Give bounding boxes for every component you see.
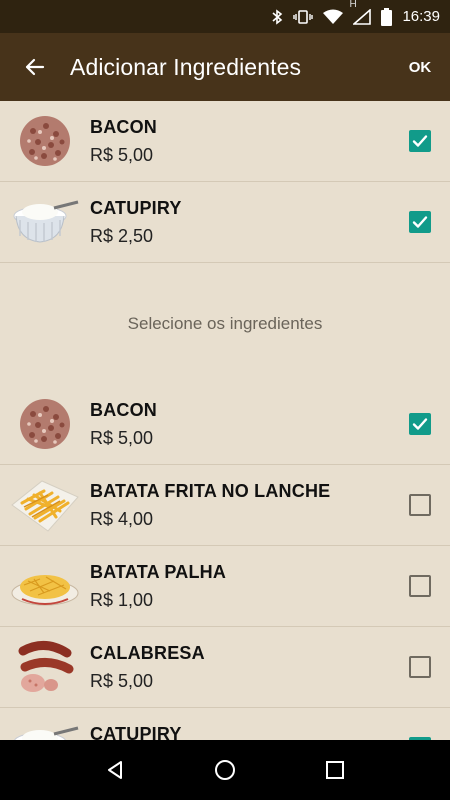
item-info: CATUPIRY R$ 2,50 bbox=[90, 198, 390, 247]
app-bar: Adicionar Ingredientes OK bbox=[0, 33, 450, 101]
nav-recents-button[interactable] bbox=[315, 750, 355, 790]
ingredient-checkbox[interactable] bbox=[409, 211, 431, 233]
list-item[interactable]: BATATA PALHA R$ 1,00 bbox=[0, 546, 450, 627]
item-info: CATUPIRYR$ 2,50 bbox=[90, 724, 390, 741]
checkbox-wrapper bbox=[390, 211, 450, 233]
ingredient-checkbox[interactable] bbox=[409, 656, 431, 678]
nav-home-button[interactable] bbox=[205, 750, 245, 790]
list-item[interactable]: CALABRESA R$ 5,00 bbox=[0, 627, 450, 708]
item-info: CALABRESA R$ 5,00 bbox=[90, 643, 390, 692]
signal-icon: H bbox=[349, 0, 372, 25]
ingredient-checkbox[interactable] bbox=[409, 413, 431, 435]
fries-icon bbox=[10, 475, 80, 535]
arrow-left-icon bbox=[25, 58, 45, 76]
all-ingredients-list: BACON R$ 5,00 BATATA FRITA NO LANCHE R$ 4,0… bbox=[0, 384, 450, 740]
check-icon bbox=[412, 135, 428, 147]
page-title: Adicionar Ingredientes bbox=[70, 53, 302, 80]
ingredient-checkbox[interactable] bbox=[409, 130, 431, 152]
straw-potato-icon bbox=[10, 556, 80, 616]
square-recents-icon bbox=[326, 761, 344, 779]
ingredient-name: CATUPIRY bbox=[90, 197, 182, 218]
list-item[interactable]: CATUPIRYR$ 2,50 bbox=[0, 708, 450, 740]
checkbox-wrapper bbox=[390, 494, 450, 516]
list-item[interactable]: BACON R$ 5,00 bbox=[0, 384, 450, 465]
checkbox-wrapper bbox=[390, 130, 450, 152]
bluetooth-icon bbox=[271, 8, 283, 25]
checkbox-wrapper bbox=[390, 413, 450, 435]
catupiry-icon bbox=[10, 718, 80, 740]
navigation-bar bbox=[0, 740, 450, 800]
ingredient-price: R$ 2,50 bbox=[90, 225, 154, 246]
checkbox-wrapper bbox=[390, 575, 450, 597]
wifi-icon bbox=[323, 9, 344, 25]
ingredient-name: BACON bbox=[90, 399, 157, 420]
ingredient-name: BACON bbox=[90, 116, 157, 137]
back-button[interactable] bbox=[0, 33, 70, 101]
bacon-icon bbox=[10, 394, 80, 454]
item-info: BATATA PALHA R$ 1,00 bbox=[90, 562, 390, 611]
list-item[interactable]: BACON R$ 5,00 bbox=[0, 101, 450, 182]
check-icon bbox=[412, 216, 428, 228]
list-item[interactable]: BATATA FRITA NO LANCHE R$ 4,00 bbox=[0, 465, 450, 546]
status-bar: H 16:39 bbox=[0, 0, 450, 33]
section-header: Selecione os ingredientes bbox=[127, 313, 323, 333]
ingredient-name: CATUPIRY bbox=[90, 723, 182, 741]
ok-button[interactable]: OK bbox=[390, 59, 450, 76]
nav-back-button[interactable] bbox=[95, 750, 135, 790]
ingredient-price: R$ 4,00 bbox=[90, 508, 154, 529]
ingredients-list[interactable]: BACON R$ 5,00 CATUPIRY R$ 2,50 Selecione os… bbox=[0, 101, 450, 740]
ingredient-name: BATATA PALHA bbox=[90, 561, 227, 582]
check-icon bbox=[412, 418, 428, 430]
ingredient-checkbox[interactable] bbox=[409, 575, 431, 597]
triangle-back-icon bbox=[108, 761, 122, 779]
network-type-label: H bbox=[349, 0, 357, 10]
catupiry-icon bbox=[10, 192, 80, 252]
item-info: BACON R$ 5,00 bbox=[90, 400, 390, 449]
circle-home-icon bbox=[215, 760, 235, 780]
bacon-icon bbox=[10, 111, 80, 171]
ingredient-price: R$ 5,00 bbox=[90, 670, 154, 691]
selected-ingredients-list: BACON R$ 5,00 CATUPIRY R$ 2,50 bbox=[0, 101, 450, 263]
ingredient-name: CALABRESA bbox=[90, 642, 205, 663]
ingredient-price: R$ 5,00 bbox=[90, 427, 154, 448]
battery-icon bbox=[381, 7, 393, 26]
sausage-icon bbox=[10, 637, 80, 697]
ingredient-checkbox[interactable] bbox=[409, 494, 431, 516]
vibrate-icon bbox=[293, 9, 314, 25]
ingredient-price: R$ 5,00 bbox=[90, 144, 154, 165]
item-info: BATATA FRITA NO LANCHE R$ 4,00 bbox=[90, 481, 390, 530]
status-time: 16:39 bbox=[402, 8, 440, 25]
item-info: BACON R$ 5,00 bbox=[90, 117, 390, 166]
ingredient-price: R$ 1,00 bbox=[90, 589, 154, 610]
list-item[interactable]: CATUPIRY R$ 2,50 bbox=[0, 182, 450, 263]
ingredient-name: BATATA FRITA NO LANCHE bbox=[90, 480, 331, 501]
checkbox-wrapper bbox=[390, 656, 450, 678]
